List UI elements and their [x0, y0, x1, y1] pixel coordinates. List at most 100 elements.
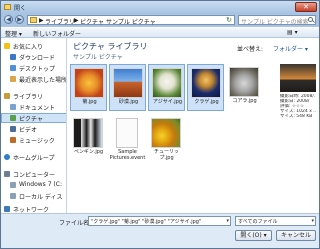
sidebar-item-homegroup[interactable]: ホームグループ — [1, 152, 66, 162]
preview-pane: 撮影日時: 2008/... 撮影日: 2008/ 評価: ☆☆☆ サイズ: 1… — [280, 64, 316, 124]
breadcrumb-sample-pictures[interactable]: サンプル ピクチャ — [106, 17, 156, 26]
folder-icon — [30, 17, 37, 23]
breadcrumb-sep-2: ▶ — [74, 17, 79, 24]
hydrangea-thumbnail — [152, 68, 182, 98]
documents-icon — [10, 104, 16, 110]
title-bar[interactable]: 開く ✕ — [1, 1, 319, 13]
file-item[interactable]: コアラ.jpg — [226, 64, 263, 111]
sidebar-item-c-drive[interactable]: Windows 7 (C: — [1, 180, 66, 190]
sidebar-item-label: ピクチャ — [19, 116, 43, 123]
filename-input[interactable]: "クラゲ.jpg" "菊.jpg" "砂漠.jpg" "アジサイ.jpg" ▾ — [88, 216, 231, 226]
filetype-select[interactable]: すべてのファイル ▾ — [235, 216, 316, 226]
sidebar-item-label: ネットワーク — [13, 207, 50, 213]
chevron-down-icon[interactable]: ▾ — [226, 218, 229, 224]
filetype-value: すべてのファイル — [238, 219, 278, 225]
sidebar-item-label: お気に入り — [13, 44, 44, 51]
preview-image — [280, 64, 316, 92]
library-subtitle: サンプル ピクチャ — [73, 54, 123, 61]
sidebar-item-label: 最近表示した場所 — [19, 77, 67, 84]
chevron-down-icon[interactable]: ▾ — [311, 218, 314, 224]
forward-arrow-icon[interactable]: ▶ — [15, 15, 24, 24]
penguins-thumbnail — [73, 118, 103, 148]
dialog-footer: ファイル名(N): "クラゲ.jpg" "菊.jpg" "砂漠.jpg" "アジ… — [1, 213, 319, 248]
file-name: チューリップ.jpg — [153, 149, 179, 161]
drive-icon — [10, 193, 16, 199]
view-options-button[interactable]: ▤ ▾ — [287, 29, 298, 36]
sidebar-item-network[interactable]: ネットワーク — [1, 204, 66, 213]
search-box[interactable]: サンプル ピクチャの検索 — [238, 15, 316, 26]
tulips-thumbnail — [151, 118, 181, 148]
star-icon — [4, 43, 10, 49]
search-icon[interactable] — [308, 17, 313, 22]
jellyfish-thumbnail — [191, 68, 221, 98]
music-icon — [10, 137, 16, 143]
preview-detail: サイズ: 548 KB — [280, 114, 313, 119]
file-name: ペンギン.jpg — [73, 149, 104, 155]
refresh-icon[interactable]: ↻ — [226, 16, 232, 24]
sidebar-item-computer[interactable]: コンピューター — [1, 169, 66, 179]
file-name: Sample Pictures.event — [109, 149, 146, 161]
sidebar-item-label: ビデオ — [19, 127, 38, 134]
file-item[interactable]: チューリップ.jpg — [148, 115, 185, 162]
cancel-button[interactable]: キャンセル — [276, 230, 316, 241]
sidebar-item-local-disk[interactable]: ローカル ディス — [1, 191, 66, 201]
sidebar-item-label: ドキュメント — [19, 105, 56, 112]
file-item[interactable]: Sample Pictures.event — [109, 115, 146, 167]
koala-thumbnail — [229, 67, 259, 97]
sidebar-item-desktop[interactable]: デスクトップ — [1, 63, 66, 73]
breadcrumb-library[interactable]: ライブラリ — [45, 17, 75, 26]
file-name: 菊.jpg — [82, 99, 97, 105]
back-arrow-icon[interactable]: ◀ — [4, 15, 13, 24]
file-list-pane: ピクチャ ライブラリ サンプル ピクチャ 並べ替え: フォルダー ▾ 菊.jpg… — [67, 38, 319, 213]
homegroup-icon — [4, 154, 10, 160]
organize-button[interactable]: 整理 ▾ — [5, 29, 22, 38]
command-bar: 整理 ▾ 新しいフォルダー ▤ ▾ — [1, 27, 319, 38]
sidebar-item-libraries[interactable]: ライブラリ — [1, 91, 66, 101]
sidebar-item-videos[interactable]: ビデオ — [1, 124, 66, 134]
navigation-pane: お気に入り ダウンロード デスクトップ 最近表示した場所 ライブラリ ドキュメン… — [1, 38, 67, 213]
new-folder-button[interactable]: 新しいフォルダー — [33, 29, 81, 38]
sidebar-item-label: ミュージック — [19, 138, 55, 145]
open-file-dialog: 開く ✕ ◀ ▶ ▶ ライブラリ ▶ ピクチャ サンプル ピクチャ ↻ サンプル… — [0, 0, 320, 249]
pictures-icon — [10, 115, 16, 121]
file-name: 砂漠.jpg — [118, 99, 139, 105]
file-item[interactable]: 菊.jpg — [70, 64, 107, 111]
open-button[interactable]: 開く(O) ▾ — [235, 230, 272, 241]
file-item[interactable]: ペンギン.jpg — [70, 115, 107, 162]
file-name: クラゲ.jpg — [194, 99, 219, 105]
breadcrumb-sep-1: ▶ — [39, 17, 44, 24]
sidebar-item-label: コンピューター — [13, 172, 56, 179]
sidebar-item-downloads[interactable]: ダウンロード — [1, 52, 66, 62]
sidebar-item-label: デスクトップ — [19, 66, 56, 73]
sidebar-item-label: Windows 7 (C: — [19, 181, 62, 188]
file-item[interactable]: 砂漠.jpg — [109, 64, 146, 111]
arrange-by-dropdown[interactable]: フォルダー ▾ — [273, 44, 308, 53]
breadcrumb-pictures[interactable]: ピクチャ — [80, 17, 104, 26]
desert-thumbnail — [113, 68, 143, 98]
close-button[interactable]: ✕ — [295, 2, 317, 12]
recent-places-icon — [10, 76, 16, 82]
drive-icon — [10, 182, 16, 188]
desktop-icon — [10, 65, 16, 71]
file-item[interactable]: アジサイ.jpg — [148, 64, 185, 111]
address-bar[interactable]: ▶ ライブラリ ▶ ピクチャ サンプル ピクチャ ↻ — [27, 15, 235, 26]
folder-icon — [4, 4, 11, 10]
sidebar-item-documents[interactable]: ドキュメント — [1, 102, 66, 112]
file-name: コアラ.jpg — [232, 98, 257, 104]
videos-icon — [10, 126, 16, 132]
sidebar-item-label: ローカル ディス — [19, 194, 63, 201]
filename-value: "クラゲ.jpg" "菊.jpg" "砂漠.jpg" "アジサイ.jpg" — [91, 219, 202, 225]
sidebar-item-pictures[interactable]: ピクチャ — [1, 113, 66, 123]
file-item[interactable]: クラゲ.jpg — [187, 64, 224, 111]
arrange-by-label: 並べ替え: — [237, 46, 264, 53]
computer-icon — [4, 171, 10, 177]
sidebar-item-recent-places[interactable]: 最近表示した場所 — [1, 74, 67, 84]
sidebar-item-label: ホームグループ — [13, 155, 55, 162]
library-title: ピクチャ ライブラリ — [73, 42, 148, 51]
network-icon — [4, 206, 10, 212]
file-name: アジサイ.jpg — [152, 99, 183, 105]
sidebar-item-favorites[interactable]: お気に入り — [1, 41, 66, 51]
download-folder-icon — [10, 54, 16, 60]
sidebar-item-label: ダウンロード — [19, 55, 56, 62]
sidebar-item-music[interactable]: ミュージック — [1, 135, 66, 145]
